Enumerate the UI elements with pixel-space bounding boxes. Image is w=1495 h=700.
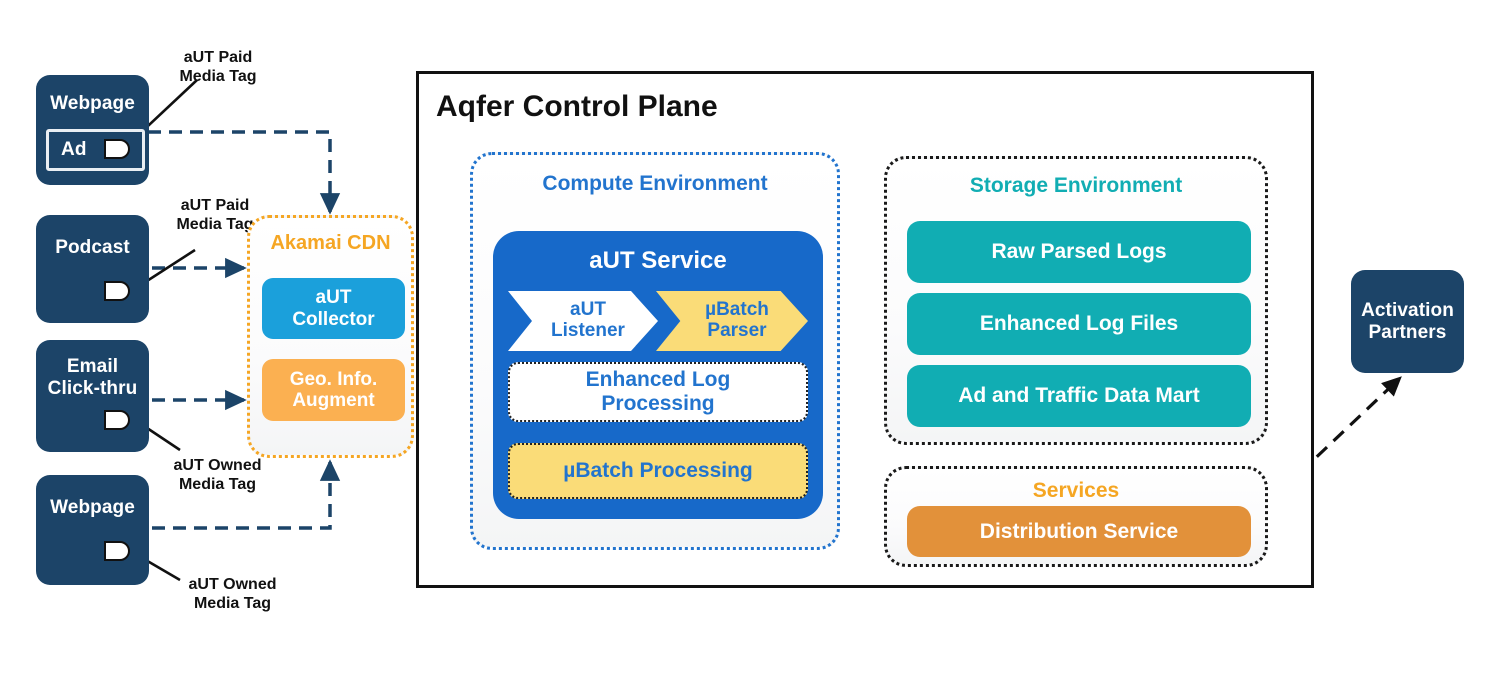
- compute-environment-group: Compute Environment aUT Service aUT List…: [470, 152, 840, 550]
- enhanced-log-processing-label: Enhanced Log Processing: [585, 367, 731, 415]
- aut-service: aUT Service aUT Listener µBatch Parser E…: [493, 231, 823, 519]
- geo-info-augment[interactable]: Geo. Info. Augment: [262, 359, 405, 421]
- source-webpage-ad-label: Webpage: [50, 93, 135, 114]
- aut-listener[interactable]: aUT Listener: [508, 291, 658, 351]
- diagram-canvas: Aqfer Control Plane Webpage Ad Podcast E…: [0, 0, 1495, 700]
- aut-listener-label: aUT Listener: [551, 299, 625, 341]
- ad-and-traffic-data-mart[interactable]: Ad and Traffic Data Mart: [907, 365, 1251, 427]
- aut-collector-label: aUT Collector: [292, 287, 375, 330]
- edge-label-aut-owned-media-tag-2: aUT Owned Media Tag: [188, 576, 277, 613]
- akamai-cdn-title: Akamai CDN: [270, 232, 391, 254]
- source-podcast-label: Podcast: [55, 237, 130, 258]
- source-email-click-thru[interactable]: Email Click-thru: [36, 340, 149, 452]
- raw-parsed-logs[interactable]: Raw Parsed Logs: [907, 221, 1251, 283]
- ubatch-processing[interactable]: µBatch Processing: [508, 443, 808, 499]
- storage-environment-group: Storage Environment Raw Parsed Logs Enha…: [884, 156, 1268, 445]
- source-webpage[interactable]: Webpage: [36, 475, 149, 585]
- page-title: Aqfer Control Plane: [436, 90, 718, 123]
- ubatch-parser[interactable]: µBatch Parser: [656, 291, 808, 351]
- activation-partners[interactable]: Activation Partners: [1351, 270, 1464, 373]
- media-tag-icon: [104, 541, 130, 561]
- enhanced-log-files-label: Enhanced Log Files: [979, 312, 1179, 336]
- media-tag-icon: [104, 410, 130, 430]
- activation-partners-label: Activation Partners: [1361, 299, 1454, 343]
- aut-service-title: aUT Service: [589, 247, 727, 274]
- enhanced-log-files[interactable]: Enhanced Log Files: [907, 293, 1251, 355]
- akamai-cdn-group: Akamai CDN aUT Collector Geo. Info. Augm…: [247, 215, 414, 458]
- media-tag-icon: [104, 139, 130, 159]
- edge-label-aut-paid-media-tag-1: aUT Paid Media Tag: [179, 49, 257, 86]
- source-email-click-thru-label: Email Click-thru: [47, 356, 138, 399]
- services-group: Services Distribution Service: [884, 466, 1268, 567]
- source-webpage-label: Webpage: [50, 497, 135, 518]
- edge-label-aut-owned-media-tag-1: aUT Owned Media Tag: [173, 457, 262, 494]
- distribution-service[interactable]: Distribution Service: [907, 506, 1251, 557]
- source-podcast[interactable]: Podcast: [36, 215, 149, 323]
- source-webpage-ad[interactable]: Webpage Ad: [36, 75, 149, 185]
- ad-and-traffic-data-mart-label: Ad and Traffic Data Mart: [958, 384, 1200, 408]
- geo-info-augment-label: Geo. Info. Augment: [289, 368, 378, 411]
- ubatch-processing-label: µBatch Processing: [563, 458, 753, 482]
- raw-parsed-logs-label: Raw Parsed Logs: [991, 240, 1167, 264]
- services-title: Services: [1032, 479, 1120, 502]
- enhanced-log-processing[interactable]: Enhanced Log Processing: [508, 362, 808, 422]
- media-tag-icon: [104, 281, 130, 301]
- compute-environment-title: Compute Environment: [542, 172, 768, 195]
- ad-slot: Ad: [46, 129, 145, 171]
- storage-environment-title: Storage Environment: [969, 174, 1183, 197]
- distribution-service-label: Distribution Service: [979, 519, 1179, 543]
- ad-slot-label: Ad: [61, 139, 87, 161]
- ubatch-parser-label: µBatch Parser: [705, 299, 769, 341]
- aut-collector[interactable]: aUT Collector: [262, 278, 405, 339]
